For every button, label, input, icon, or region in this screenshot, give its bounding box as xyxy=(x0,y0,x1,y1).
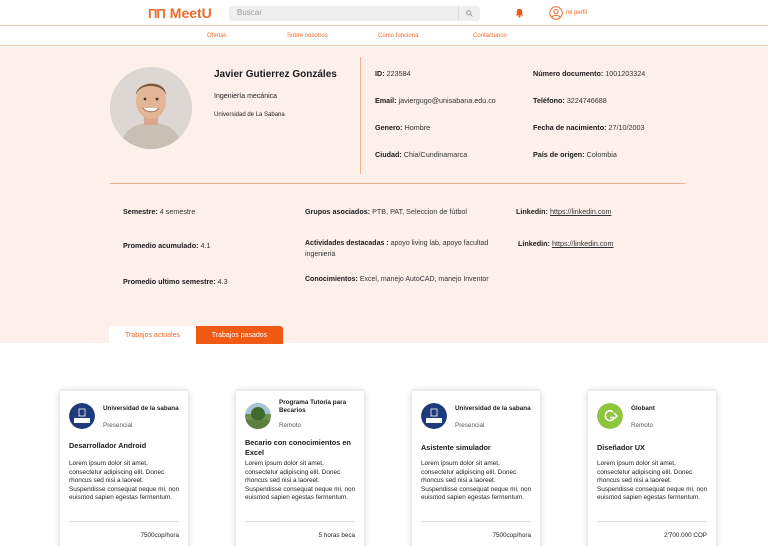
field-knowledge: Conocimientos: Excel, manejo AutoCAD, ma… xyxy=(305,276,489,283)
search-button[interactable] xyxy=(458,6,480,21)
field-document: Número documento: 1001203324 xyxy=(533,69,646,78)
field-activities: Actividades destacadas : apoyo living la… xyxy=(305,240,489,258)
card-divider xyxy=(245,521,355,522)
brand-name: MeetU xyxy=(169,5,212,21)
profile-university: Universidad de La Sabana xyxy=(214,112,285,118)
brand-mark-icon: ΠΠ xyxy=(148,5,166,21)
org-logo xyxy=(245,403,271,429)
main-nav: Ofertas Sobre nosotros Como funciona Con… xyxy=(0,27,768,46)
field-average: Promedio acumulado: 4.1 xyxy=(123,241,211,250)
job-card[interactable]: Universidad de la sabana Presencial Asis… xyxy=(412,391,540,546)
field-city: Ciudad: Chia/Cundinamarca xyxy=(375,150,468,159)
card-description: Lorem ipsum dolor sit amet, consectetur … xyxy=(421,460,532,501)
field-last-average: Promedio ultimo semestre: 4.3 xyxy=(123,277,228,286)
notifications-button[interactable] xyxy=(514,7,525,19)
linkedin-link-1[interactable]: https://linkedin.com xyxy=(550,207,612,216)
my-profile-link[interactable]: mi perfil xyxy=(549,6,587,20)
card-title: Asistente simulador xyxy=(421,443,491,452)
nav-ofertas[interactable]: Ofertas xyxy=(207,33,227,39)
card-mode: Presencial xyxy=(455,422,485,429)
card-org: Globant xyxy=(631,405,655,412)
field-email: Email: javiergugo@unisabana.edu.co xyxy=(375,96,496,105)
org-logo xyxy=(421,403,447,429)
profile-panel: Javier Gutierrez Gonzáles Ingeniería mec… xyxy=(0,47,768,344)
search-input[interactable]: Buscar xyxy=(237,8,262,17)
org-logo xyxy=(597,403,623,429)
card-divider xyxy=(421,521,531,522)
field-phone: Teléfono: 3224746688 xyxy=(533,96,607,105)
card-description: Lorem ipsum dolor sit amet, consectetur … xyxy=(245,460,356,501)
job-card[interactable]: Programa Tutoria para Becarios Remoto Be… xyxy=(236,391,364,546)
card-price: 7500cop/hora xyxy=(492,532,531,539)
job-card[interactable]: Globant Remoto Diseñador UX Lorem ipsum … xyxy=(588,391,716,546)
org-logo xyxy=(69,403,95,429)
bell-icon xyxy=(515,8,524,18)
profile-name: Javier Gutierrez Gonzáles xyxy=(214,69,337,80)
card-title: Desarrollador Android xyxy=(69,441,147,450)
field-id: ID: 223584 xyxy=(375,69,411,78)
card-title: Diseñador UX xyxy=(597,443,645,452)
card-divider xyxy=(597,521,707,522)
profile-career: Ingeniería mecánica xyxy=(214,93,278,100)
horizontal-divider xyxy=(110,183,685,184)
card-price: 2'700.000 COP xyxy=(664,532,707,539)
field-linkedin-1: Linkedin: https://linkedin.com xyxy=(516,207,612,216)
nav-como-funciona[interactable]: Como funciona xyxy=(378,33,418,39)
tab-past-jobs[interactable]: Trabajos pasados xyxy=(196,326,283,344)
linkedin-link-2[interactable]: https://linkedin.com xyxy=(552,239,614,248)
card-price: 7500cop/hora xyxy=(140,532,179,539)
nav-sobre-nosotros[interactable]: Sobre nosotros xyxy=(287,33,328,39)
card-org: Universidad de la sabana xyxy=(103,405,179,412)
user-avatar-icon xyxy=(549,6,563,20)
job-card[interactable]: Universidad de la sabana Presencial Desa… xyxy=(60,391,188,546)
card-price: 5 horas beca xyxy=(318,532,355,539)
unisabana-logo-icon xyxy=(421,403,447,429)
field-country: País de origen: Colombia xyxy=(533,150,617,159)
card-org: Programa Tutoria para Becarios xyxy=(279,399,347,414)
vertical-divider xyxy=(360,57,361,174)
card-mode: Remoto xyxy=(279,422,302,429)
card-mode: Presencial xyxy=(103,422,133,429)
field-semester: Semestre: 4 semestre xyxy=(123,207,196,216)
card-divider xyxy=(69,521,179,522)
field-linkedin-2: Linkedin: https://linkedin.com xyxy=(518,239,614,248)
nav-contactanos[interactable]: Contactanos xyxy=(473,33,507,39)
profile-photo xyxy=(110,67,192,149)
field-groups: Grupos asociados: PTB, PAT, Seleccion de… xyxy=(305,207,467,216)
field-gender: Genero: Hombre xyxy=(375,123,431,132)
globant-logo-icon xyxy=(597,403,623,429)
search-icon xyxy=(466,10,473,17)
card-mode: Remoto xyxy=(631,422,654,429)
my-profile-label: mi perfil xyxy=(566,10,588,16)
brand-logo[interactable]: ΠΠ MeetU xyxy=(148,5,212,21)
card-title: Becario con conocimientos en Excel xyxy=(245,438,351,457)
top-header: ΠΠ MeetU Buscar mi perfil xyxy=(0,0,768,26)
field-birthdate: Fecha de nacimiento: 27/10/2003 xyxy=(533,123,645,132)
landscape-photo-icon xyxy=(245,403,271,429)
person-photo-icon xyxy=(110,67,192,149)
card-org: Universidad de la sabana xyxy=(455,405,531,412)
tab-current-jobs[interactable]: Trabajos actuales xyxy=(109,326,196,344)
unisabana-logo-icon xyxy=(69,403,95,429)
card-description: Lorem ipsum dolor sit amet, consectetur … xyxy=(597,460,708,501)
search-bar[interactable]: Buscar xyxy=(229,6,480,21)
card-description: Lorem ipsum dolor sit amet, consectetur … xyxy=(69,460,180,501)
